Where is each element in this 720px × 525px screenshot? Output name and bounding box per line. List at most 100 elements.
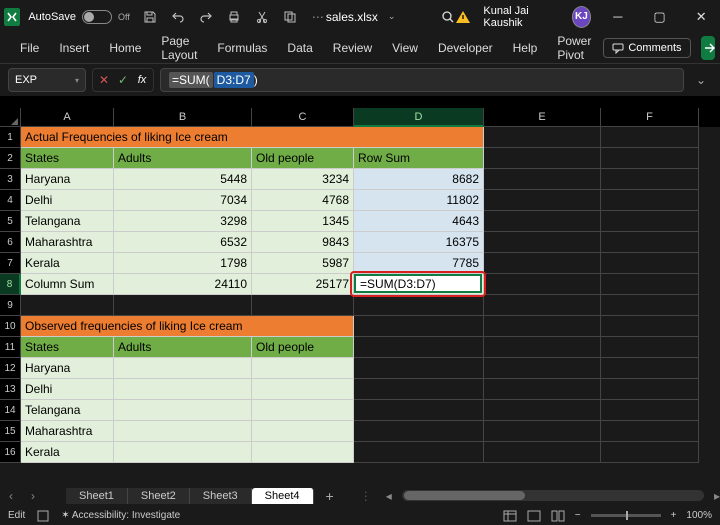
filename[interactable]: sales.xlsx — [326, 10, 378, 24]
cell[interactable] — [252, 421, 354, 442]
col-header-f[interactable]: F — [601, 108, 699, 127]
cell[interactable]: 7034 — [114, 190, 252, 211]
col-header-d[interactable]: D — [354, 108, 484, 127]
col-header-c[interactable]: C — [252, 108, 354, 127]
row-header[interactable]: 7 — [0, 253, 21, 274]
tab-power-pivot[interactable]: Power Pivot — [549, 30, 599, 66]
cell[interactable] — [252, 442, 354, 463]
cell[interactable] — [354, 295, 484, 316]
tab-next-icon[interactable]: › — [22, 489, 44, 503]
cell[interactable] — [484, 337, 601, 358]
tab-formulas[interactable]: Formulas — [209, 37, 275, 59]
cell[interactable] — [601, 421, 699, 442]
cell[interactable] — [252, 400, 354, 421]
tab-data[interactable]: Data — [279, 37, 320, 59]
cell[interactable] — [601, 127, 699, 148]
print-icon[interactable] — [226, 9, 242, 25]
cell-d8[interactable] — [354, 274, 484, 295]
cell[interactable]: States — [21, 337, 114, 358]
cell[interactable] — [484, 127, 601, 148]
cell[interactable] — [484, 169, 601, 190]
cell[interactable] — [252, 379, 354, 400]
cell[interactable] — [484, 190, 601, 211]
cell[interactable] — [601, 400, 699, 421]
zoom-out-button[interactable]: − — [575, 510, 581, 521]
cell[interactable]: 3234 — [252, 169, 354, 190]
cell[interactable] — [484, 400, 601, 421]
scroll-left-icon[interactable]: ◂ — [386, 489, 392, 503]
more-icon[interactable]: ⋯ — [310, 9, 326, 25]
cell[interactable] — [114, 358, 252, 379]
cell[interactable] — [354, 316, 484, 337]
col-header-a[interactable]: A — [21, 108, 114, 127]
cell[interactable] — [601, 295, 699, 316]
cell[interactable] — [354, 358, 484, 379]
cell[interactable] — [601, 232, 699, 253]
cell[interactable] — [484, 421, 601, 442]
cell[interactable] — [484, 295, 601, 316]
tab-help[interactable]: Help — [505, 37, 546, 59]
row-header[interactable]: 9 — [0, 295, 21, 316]
cancel-icon[interactable]: ✕ — [97, 73, 111, 87]
cell[interactable]: Haryana — [21, 358, 114, 379]
cell[interactable] — [354, 400, 484, 421]
cell[interactable]: Adults — [114, 337, 252, 358]
cell[interactable]: 5448 — [114, 169, 252, 190]
hdr-old[interactable]: Old people — [252, 148, 354, 169]
tab-developer[interactable]: Developer — [430, 37, 501, 59]
cell[interactable]: Telangana — [21, 400, 114, 421]
cell[interactable] — [484, 379, 601, 400]
cell[interactable] — [601, 253, 699, 274]
cell[interactable]: Kerala — [21, 253, 114, 274]
cell[interactable]: 8682 — [354, 169, 484, 190]
col-header-b[interactable]: B — [114, 108, 252, 127]
scroll-right-icon[interactable]: ▸ — [714, 489, 720, 503]
cell[interactable] — [354, 421, 484, 442]
sheet-tab[interactable]: Sheet2 — [128, 488, 190, 504]
row-header[interactable]: 12 — [0, 358, 21, 379]
cell[interactable]: 1345 — [252, 211, 354, 232]
cell[interactable] — [601, 169, 699, 190]
sheet-tab[interactable]: Sheet3 — [190, 488, 252, 504]
row-header[interactable]: 10 — [0, 316, 21, 337]
cell[interactable] — [601, 442, 699, 463]
cell[interactable] — [601, 190, 699, 211]
cell[interactable] — [354, 337, 484, 358]
cell[interactable] — [484, 274, 601, 295]
cell[interactable]: 4643 — [354, 211, 484, 232]
cell[interactable] — [484, 442, 601, 463]
sheet-tab-active[interactable]: Sheet4 — [252, 488, 314, 504]
hdr-adults[interactable]: Adults — [114, 148, 252, 169]
hdr-states[interactable]: States — [21, 148, 114, 169]
row-header[interactable]: 1 — [0, 127, 21, 148]
row-header[interactable]: 15 — [0, 421, 21, 442]
cell[interactable]: 6532 — [114, 232, 252, 253]
cell[interactable] — [114, 421, 252, 442]
accessibility-status[interactable]: ✶ Accessibility: Investigate — [61, 510, 180, 521]
search-icon[interactable] — [441, 10, 455, 24]
view-normal-icon[interactable] — [503, 510, 517, 522]
cell[interactable]: Haryana — [21, 169, 114, 190]
cell[interactable] — [484, 316, 601, 337]
toggle-switch[interactable] — [82, 10, 112, 24]
tab-home[interactable]: Home — [101, 37, 149, 59]
cell[interactable] — [484, 211, 601, 232]
row-header[interactable]: 16 — [0, 442, 21, 463]
zoom-in-button[interactable]: + — [671, 510, 677, 521]
cell[interactable] — [21, 295, 114, 316]
avatar[interactable]: KJ — [572, 6, 591, 28]
tab-insert[interactable]: Insert — [51, 37, 97, 59]
minimize-button[interactable]: ─ — [603, 0, 633, 33]
cell[interactable] — [252, 295, 354, 316]
cell[interactable] — [114, 295, 252, 316]
accept-icon[interactable]: ✓ — [116, 73, 130, 87]
cell[interactable]: Column Sum — [21, 274, 114, 295]
cut-icon[interactable] — [254, 9, 270, 25]
cell[interactable]: Maharashtra — [21, 232, 114, 253]
view-layout-icon[interactable] — [527, 510, 541, 522]
row-header[interactable]: 3 — [0, 169, 21, 190]
cell[interactable] — [601, 337, 699, 358]
table1-title[interactable]: Actual Frequencies of liking Ice cream — [21, 127, 484, 148]
cell[interactable]: 24110 — [114, 274, 252, 295]
undo-icon[interactable] — [170, 9, 186, 25]
